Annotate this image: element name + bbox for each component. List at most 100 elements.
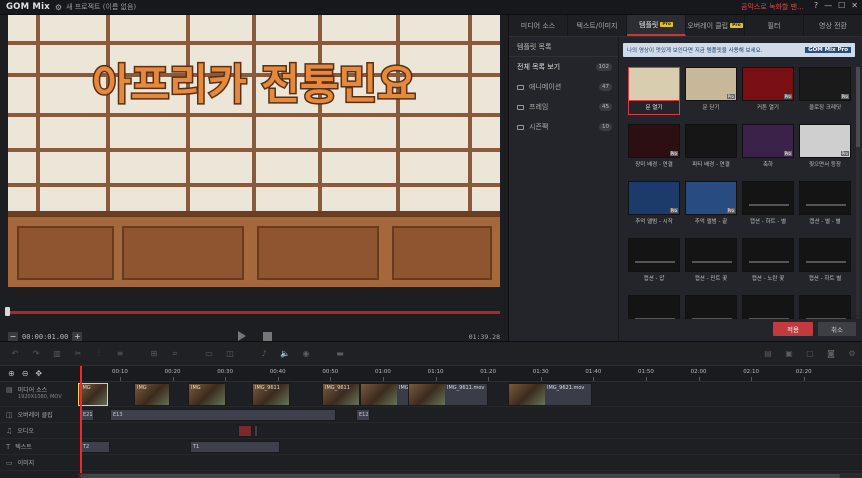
tab-4[interactable]: 필터	[745, 15, 804, 36]
template-tile[interactable]: Pro 클로징 크레딧	[799, 67, 851, 115]
template-tile[interactable]: 캡션 - 민트 꽃	[685, 238, 737, 286]
timeline-settings-icon[interactable]: ⚙	[846, 349, 858, 359]
media-clip[interactable]: IMG_9611	[322, 383, 360, 406]
template-tile[interactable]: Pro 추억 앨범 - 끝	[685, 181, 737, 229]
cut-icon[interactable]: ✂	[72, 349, 84, 359]
audio-icon[interactable]: ♪	[258, 349, 270, 359]
sidebar-item-all[interactable]: 전체 목록 보기 102	[509, 57, 618, 77]
timeline-open-icon[interactable]: ▣	[783, 349, 795, 359]
fit-icon[interactable]: ✥	[35, 369, 42, 378]
stop-button[interactable]	[263, 332, 272, 341]
overlay-clip[interactable]: E12	[356, 409, 370, 421]
media-clip[interactable]: IMG	[188, 383, 226, 406]
template-tile[interactable]: 캡션 - 얍	[628, 238, 680, 286]
template-tile[interactable]: Pro 축하	[742, 124, 794, 172]
timeline-toolbar: ↶ ↷ ▥ ✂ ⫶ ≡ ⊞ ⌗ ▭ ◫ ♪ 🔈 ◉ ▬ ▤ ▣ ▢ ◙ ⚙	[0, 342, 862, 366]
delete-icon[interactable]: ▥	[51, 349, 63, 359]
scrollbar-thumb[interactable]	[80, 474, 840, 478]
image-track[interactable]	[78, 455, 862, 471]
redo-icon[interactable]: ↷	[30, 349, 42, 359]
minimize-icon[interactable]: —	[824, 1, 832, 10]
gear-icon[interactable]: ⚙	[55, 3, 62, 12]
media-clip[interactable]: IMG	[134, 383, 170, 406]
zoom-out-icon[interactable]: ⊖	[22, 369, 29, 378]
template-tile[interactable]: Pro 추억 앨범 - 시작	[628, 181, 680, 229]
record-icon[interactable]: ◉	[300, 349, 312, 359]
template-tile[interactable]	[742, 295, 794, 319]
seekbar-handle[interactable]	[5, 307, 10, 316]
cancel-button[interactable]: 취소	[818, 322, 856, 336]
tab-0[interactable]: 미디어 소스	[509, 15, 568, 36]
overlay-track[interactable]: E21 E13 E12	[78, 407, 862, 423]
timeline-save-icon[interactable]: ▤	[762, 349, 774, 359]
tab-1[interactable]: 텍스트/이미지	[568, 15, 627, 36]
template-tile[interactable]	[628, 295, 680, 319]
zoom-in-icon[interactable]: ⊕	[8, 369, 15, 378]
track-icon: ▭	[6, 458, 13, 467]
timeline-new-icon[interactable]: ▢	[804, 349, 816, 359]
export-icon[interactable]: ▬	[334, 349, 346, 359]
play-button[interactable]	[238, 331, 246, 341]
sidebar-item-season[interactable]: 시즌팩 10	[509, 117, 618, 137]
text-clip[interactable]: T1	[190, 441, 280, 453]
template-tile[interactable]: Pro 찢으면서 등장	[799, 124, 851, 172]
scrollbar-thumb[interactable]	[856, 67, 860, 147]
template-tile[interactable]: Pro 장미 배경 - 연결	[628, 124, 680, 172]
align-icon[interactable]: ≡	[114, 349, 126, 359]
media-clip[interactable]: IMG_9611.mov	[408, 383, 488, 406]
timeline-ruler[interactable]: 00:10 00:20 00:30 00:40 00:50 01:00 01:10 01:20…	[78, 366, 862, 382]
sidebar-item-frame[interactable]: 프레임 45	[509, 97, 618, 117]
video-preview[interactable]: 아프리카 전통민요	[8, 15, 500, 287]
timeline-panel: ↶ ↷ ▥ ✂ ⫶ ≡ ⊞ ⌗ ▭ ◫ ♪ 🔈 ◉ ▬ ▤ ▣ ▢ ◙ ⚙ ⊕ …	[0, 341, 862, 478]
pro-banner[interactable]: 나의 영상이 멋있게 보인다면 지금 템플릿을 사용해 보세요. GOM Mix…	[623, 43, 855, 57]
split-icon[interactable]: ⫶	[93, 349, 105, 359]
text-clip[interactable]: T2	[80, 441, 110, 453]
sidebar-item-label: 프레임	[529, 103, 549, 111]
media-track[interactable]: IMGIMGIMGIMG_9611IMG_9611IMG_9615.movIMG…	[78, 382, 862, 407]
audio-marker[interactable]	[254, 425, 258, 437]
media-clip[interactable]: IMG	[78, 383, 108, 406]
trim-icon[interactable]: ⊞	[148, 349, 160, 359]
tab-2[interactable]: 템플릿 Pro	[627, 15, 686, 36]
media-clip[interactable]: IMG_9611	[252, 383, 290, 406]
sidebar-item-animation[interactable]: 애니메이션 47	[509, 77, 618, 97]
template-tile[interactable]	[685, 295, 737, 319]
count-badge: 45	[599, 103, 612, 111]
template-tile[interactable]: 파티 배경 - 연결	[685, 124, 737, 172]
template-tile[interactable]: 캡션 - 노란 꽃	[742, 238, 794, 286]
timeline-playhead[interactable]	[80, 366, 82, 473]
close-icon[interactable]: ✕	[851, 1, 858, 10]
screen-icon[interactable]: ▭	[203, 349, 215, 359]
current-timecode[interactable]: 00:00:01.00	[22, 333, 68, 341]
tab-3[interactable]: 오버레이 클립 Pro	[686, 15, 745, 36]
maximize-icon[interactable]: ☐	[838, 1, 845, 10]
ruler-tick	[698, 377, 700, 381]
overlay-clip[interactable]: E13	[110, 409, 336, 421]
audio-track[interactable]	[78, 423, 862, 439]
apply-button[interactable]: 적용	[773, 322, 813, 336]
preview-seekbar[interactable]	[8, 311, 500, 314]
template-tile[interactable]: 캡션 - 별 - 별	[799, 181, 851, 229]
help-icon[interactable]: ?	[814, 1, 818, 10]
undo-icon[interactable]: ↶	[9, 349, 21, 359]
text-track[interactable]: T2 T1	[78, 439, 862, 455]
template-scrollbar[interactable]	[856, 67, 860, 319]
timeline-snapshot-icon[interactable]: ◙	[825, 349, 837, 359]
template-tile[interactable]	[799, 295, 851, 319]
template-tile[interactable]: Pro 문 닫기	[685, 67, 737, 115]
template-label: 문 닫기	[702, 105, 720, 111]
recording-notice-link[interactable]: 곰믹스로 녹화할 땐…	[741, 2, 804, 12]
template-tile[interactable]: Pro 커튼 열기	[742, 67, 794, 115]
audio-marker[interactable]	[238, 425, 252, 437]
overlay-clip[interactable]: E21	[80, 409, 94, 421]
crop-icon[interactable]: ⌗	[169, 349, 181, 359]
timeline-scrollbar[interactable]	[78, 473, 862, 478]
track-sublabel: 1920X1080, MOV	[18, 394, 62, 400]
template-tile[interactable]: 캡션 - 하트 - 별	[742, 181, 794, 229]
mute-icon[interactable]: 🔈	[279, 349, 291, 359]
media-clip[interactable]: IMG_9621.mov	[508, 383, 592, 406]
tab-5[interactable]: 영상 전환	[804, 15, 862, 36]
template-tile[interactable]: 문 열기	[628, 67, 680, 115]
pip-icon[interactable]: ◫	[224, 349, 236, 359]
template-tile[interactable]: 캡션 - 하트 별	[799, 238, 851, 286]
